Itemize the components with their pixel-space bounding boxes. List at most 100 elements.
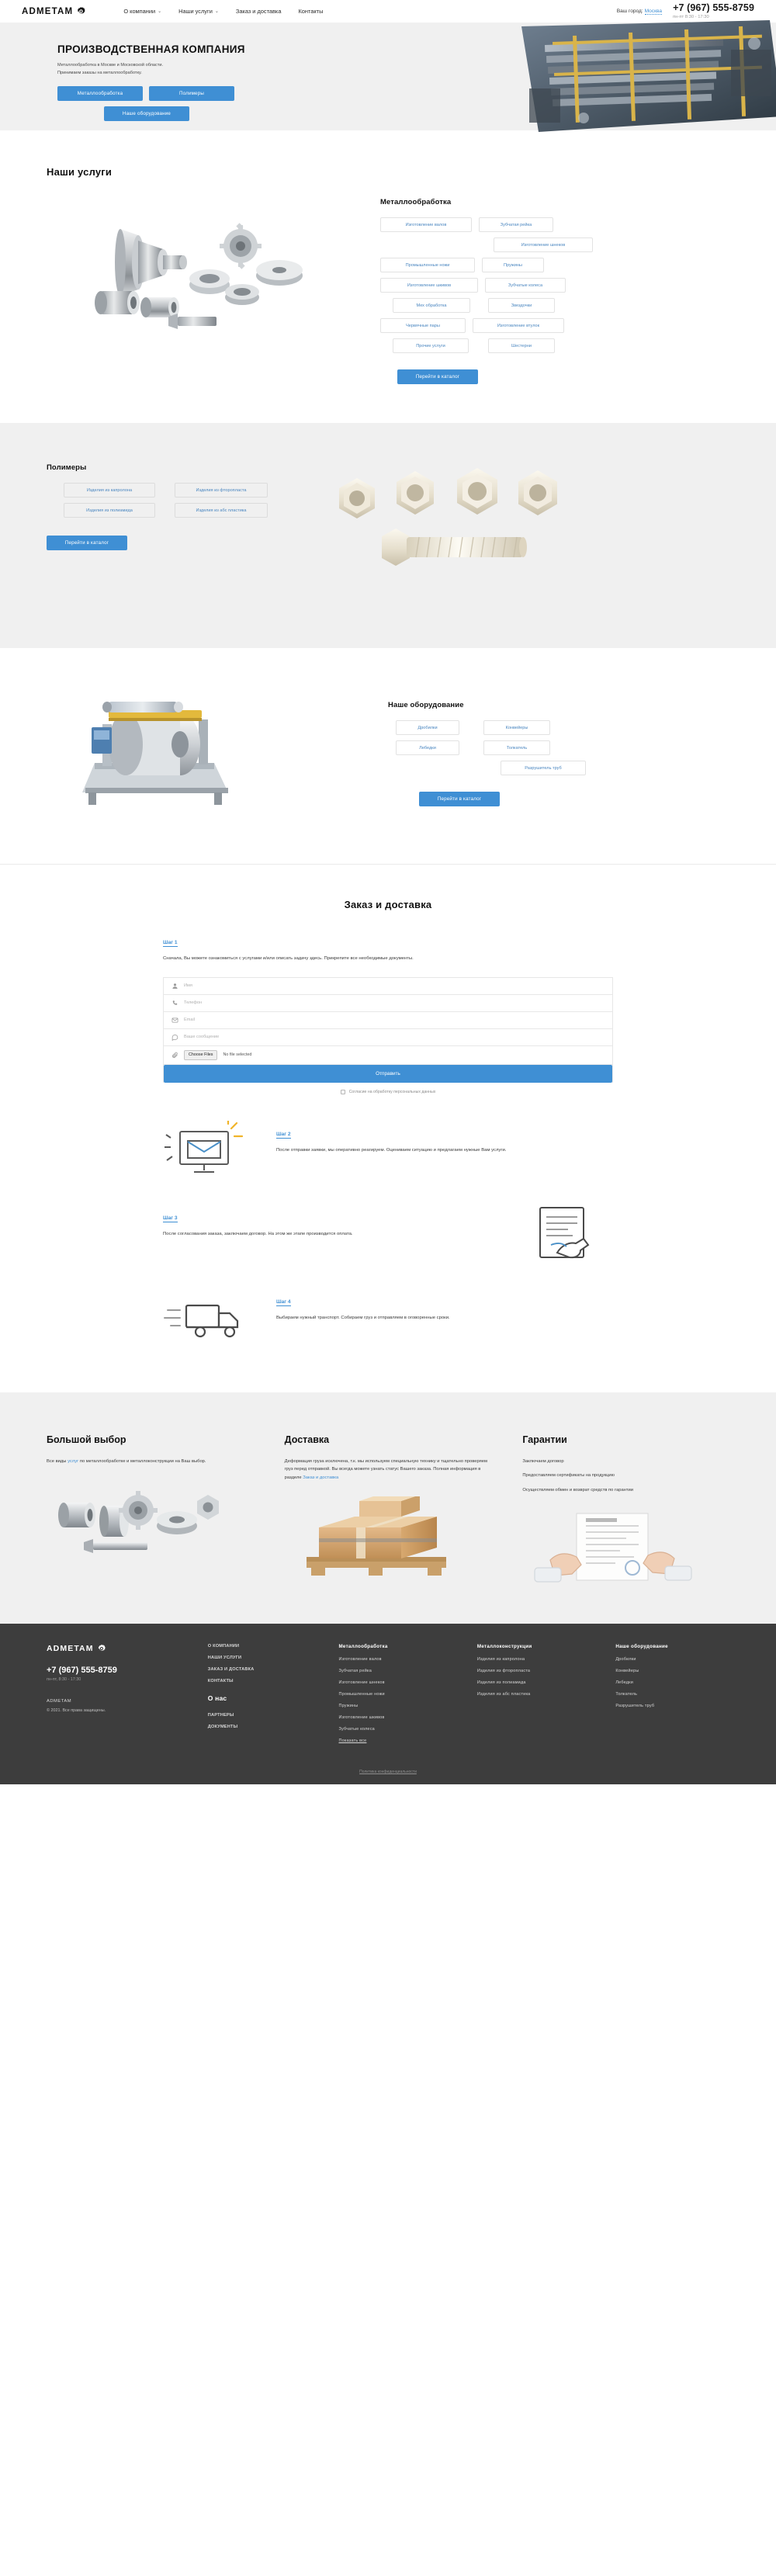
footer-equip-link-2[interactable]: Лебедки <box>615 1680 729 1685</box>
hero-button-metalworking[interactable]: Металлообработка <box>57 85 143 101</box>
hero-button-polymers[interactable]: Полимеры <box>149 85 234 101</box>
chip-shesterni[interactable]: Шестерни <box>488 338 555 353</box>
envelope-icon <box>171 1017 178 1024</box>
chip-izgotovlenie-valov[interactable]: Изготовление валов <box>380 217 472 232</box>
phone-field-row[interactable]: Телефон <box>164 994 612 1012</box>
footer-hours: пн-пт, 8:30 - 17:30 <box>47 1676 81 1682</box>
footer-brand-name: ADMETAM <box>47 1698 72 1704</box>
order-delivery-section: Заказ и доставка Шаг 1 Сначала, Вы может… <box>0 864 776 1392</box>
submit-button[interactable]: Отправить <box>164 1064 612 1083</box>
footer-metal-link-2[interactable]: Изготовление шнеков <box>338 1680 459 1685</box>
chip-prochie-uslugi[interactable]: Прочие услуги <box>393 338 469 353</box>
order-form: Имя Телефон Email Ваше сообщение Choose … <box>163 976 613 1083</box>
footer-metal-link-0[interactable]: Изготовление валов <box>338 1657 459 1662</box>
guarantee-line-3: Осуществляем обмен и возврат средств по … <box>522 1488 634 1493</box>
consent-row[interactable]: Согласие на обработку персональных данны… <box>163 1089 613 1094</box>
footer-head-equipment: Наше оборудование <box>615 1643 668 1649</box>
user-icon <box>171 983 178 990</box>
choose-files-button[interactable]: Choose Files <box>184 1049 218 1060</box>
nav-item-company[interactable]: О компании ⌄ <box>123 8 161 15</box>
chip-zubchataya-reyka[interactable]: Зубчатая рейка <box>479 217 553 232</box>
footer-copyright: © 2021. Все права защищены. <box>47 1708 106 1713</box>
services-link[interactable]: услуг <box>68 1459 78 1464</box>
hero-warehouse-photo <box>498 19 776 135</box>
header-phone-block: +7 (967) 555-8759 пн-пт 8:30 - 17:30 <box>673 3 754 19</box>
chip-izdeliya-kaprolon[interactable]: Изделия из капролона <box>64 483 155 498</box>
services-parts-photo <box>47 198 357 361</box>
footer-metal-link-1[interactable]: Зубчатая рейка <box>338 1669 459 1673</box>
footer-metal-link-5[interactable]: Изготовление шкивов <box>338 1715 459 1720</box>
footer-metalworking-column: Металлообработка Изготовление валов Зубч… <box>338 1644 459 1750</box>
nav-item-contacts[interactable]: Контакты <box>298 8 323 15</box>
step-3-block: Шаг 3 После согласования заказа, заключа… <box>163 1205 613 1262</box>
nav-item-services[interactable]: Наши услуги ⌄ <box>178 8 219 15</box>
nav-label: Наши услуги <box>178 8 213 15</box>
email-input[interactable]: Email <box>184 1018 195 1022</box>
footer-metal-link-3[interactable]: Промышленные ножи <box>338 1692 459 1697</box>
footer-link-about[interactable]: О нас <box>208 1694 322 1702</box>
site-footer: ADMETAM +7 (967) 555-8759 пн-пт, 8:30 - … <box>0 1623 776 1784</box>
footer-link-services[interactable]: НАШИ УСЛУГИ <box>208 1656 322 1660</box>
step-4-text: Выбираем нужный транспорт. Собираем груз… <box>276 1315 450 1320</box>
footer-link-partners[interactable]: ПАРТНЕРЫ <box>208 1713 322 1718</box>
site-logo[interactable]: ADMETAM <box>22 6 86 16</box>
chip-zubchatye-kolesa[interactable]: Зубчатые колеса <box>485 278 566 293</box>
footer-equip-link-0[interactable]: Дробилки <box>615 1657 729 1662</box>
footer-equip-link-1[interactable]: Конвейеры <box>615 1669 729 1673</box>
footer-metal-show-all[interactable]: Показать все <box>338 1739 459 1743</box>
advantage-guarantees-title: Гарантии <box>522 1434 567 1445</box>
chip-izdeliya-ftoroplast[interactable]: Изделия из фторопласта <box>175 483 268 498</box>
file-upload-row[interactable]: Choose Files No file selected <box>164 1046 612 1065</box>
consent-checkbox[interactable] <box>340 1089 345 1094</box>
footer-equip-link-4[interactable]: Разрушитель труб <box>615 1704 729 1708</box>
message-field-row[interactable]: Ваше сообщение <box>164 1028 612 1046</box>
footer-phone[interactable]: +7 (967) 555-8759 <box>47 1666 191 1675</box>
phone-input[interactable]: Телефон <box>184 1000 202 1005</box>
footer-link-documents[interactable]: ДОКУМЕНТЫ <box>208 1725 322 1729</box>
footer-link-company[interactable]: О КОМПАНИИ <box>208 1644 322 1649</box>
footer-metal-link-6[interactable]: Зубчатые колеса <box>338 1727 459 1732</box>
footer-metal-link-4[interactable]: Пружины <box>338 1704 459 1708</box>
chip-drobilki[interactable]: Дробилки <box>396 720 459 735</box>
chip-konveyery[interactable]: Конвейеры <box>483 720 550 735</box>
city-selector[interactable]: Ваш город: Москва <box>617 9 663 15</box>
message-input[interactable]: Ваше сообщение <box>184 1035 219 1039</box>
email-field-row[interactable]: Email <box>164 1011 612 1029</box>
chip-razrushitel-trub[interactable]: Разрушитель труб <box>501 761 586 775</box>
header-phone[interactable]: +7 (967) 555-8759 <box>673 3 754 13</box>
order-delivery-link[interactable]: Заказ и доставка <box>303 1475 338 1480</box>
chip-zvezdochki[interactable]: Звездочки <box>488 298 555 313</box>
footer-link-contacts[interactable]: КОНТАКТЫ <box>208 1679 322 1683</box>
polymers-catalog-button[interactable]: Перейти в каталог <box>47 536 127 550</box>
chip-promyshlennye-nozhi[interactable]: Промышленные ножи <box>380 258 475 272</box>
footer-brand-column: ADMETAM +7 (967) 555-8759 пн-пт, 8:30 - … <box>47 1644 191 1750</box>
footer-link-order-delivery[interactable]: ЗАКАЗ И ДОСТАВКА <box>208 1667 322 1672</box>
chip-tolkatel[interactable]: Толкатель <box>483 740 550 755</box>
chip-meh-obrabotka[interactable]: Мех обработка <box>393 298 470 313</box>
city-value[interactable]: Москва <box>644 9 663 15</box>
chip-lebedki[interactable]: Лебедки <box>396 740 459 755</box>
name-input[interactable]: Имя <box>184 983 192 988</box>
truck-icon <box>163 1288 256 1346</box>
privacy-policy-link[interactable]: Политика конфиденциальности <box>359 1770 417 1774</box>
logo-text: ADMETAM <box>22 6 74 16</box>
name-field-row[interactable]: Имя <box>164 977 612 995</box>
chip-chervyachnye-pary[interactable]: Червячные пары <box>380 318 466 333</box>
chip-izdeliya-poliamid[interactable]: Изделия из полиамида <box>64 503 155 518</box>
chip-izgotovlenie-vtulok[interactable]: Изготовление втулок <box>473 318 564 333</box>
chip-pruzhiny[interactable]: Пружины <box>482 258 544 272</box>
footer-constr-link-1[interactable]: Изделия из фторопласта <box>477 1669 598 1673</box>
footer-logo[interactable]: ADMETAM <box>47 1644 191 1653</box>
nav-item-order-delivery[interactable]: Заказ и доставка <box>236 8 282 15</box>
chip-izdeliya-abs[interactable]: Изделия из абс пластика <box>175 503 268 518</box>
footer-constr-link-2[interactable]: Изделия из полиамида <box>477 1680 598 1685</box>
footer-equip-link-3[interactable]: Толкатель <box>615 1692 729 1697</box>
advantage-delivery-title: Доставка <box>284 1434 330 1445</box>
services-catalog-button[interactable]: Перейти в каталог <box>397 369 478 384</box>
hero-button-equipment[interactable]: Наше оборудование <box>104 106 189 121</box>
chip-izgotovlenie-shkivov[interactable]: Изготовление шкивов <box>380 278 478 293</box>
chip-izgotovlenie-shnekov[interactable]: Изготовление шнеков <box>494 237 593 252</box>
footer-constr-link-3[interactable]: Изделия из абс пластика <box>477 1692 598 1697</box>
equipment-catalog-button[interactable]: Перейти в каталог <box>419 792 500 806</box>
footer-constr-link-0[interactable]: Изделия из капролона <box>477 1657 598 1662</box>
